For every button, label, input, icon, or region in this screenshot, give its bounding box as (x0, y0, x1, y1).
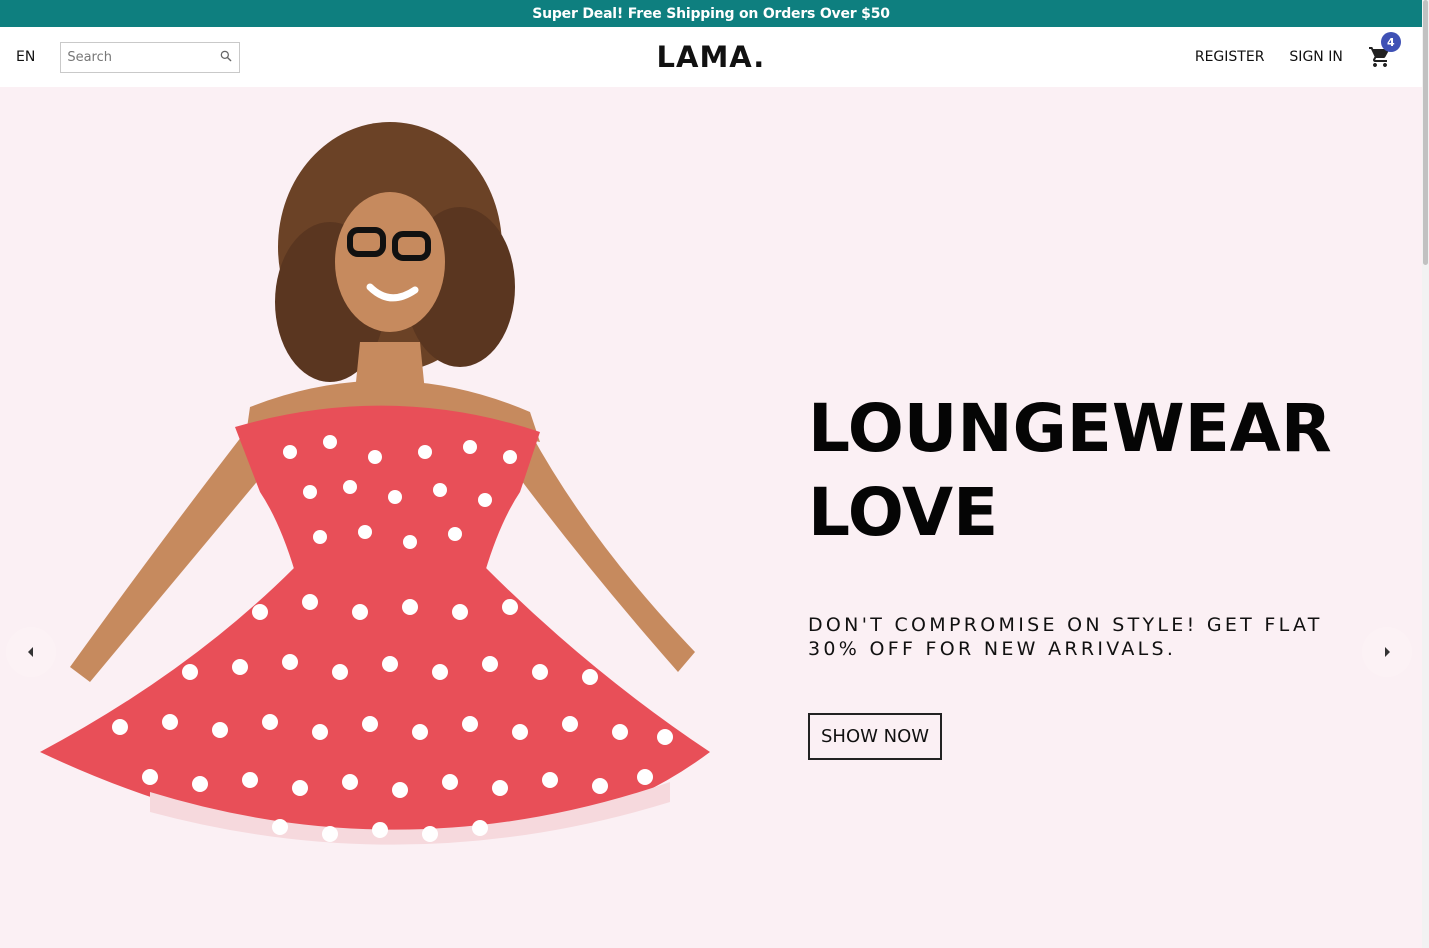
slide-info: LOUNGEWEAR LOVE DON'T COMPROMISE ON STYL… (808, 387, 1368, 760)
hero-slider: LOUNGEWEAR LOVE DON'T COMPROMISE ON STYL… (0, 87, 1422, 948)
slide-title-line2: LOVE (808, 474, 999, 551)
shopping-cart-icon (1368, 47, 1392, 73)
arrow-right-icon (1382, 643, 1392, 662)
slide-title-line1: LOUNGEWEAR (808, 390, 1332, 467)
slider-prev-button[interactable] (6, 627, 56, 677)
logo[interactable]: LAMA. (657, 40, 766, 74)
search-icon[interactable] (219, 48, 233, 67)
slider-next-button[interactable] (1362, 627, 1412, 677)
navbar: EN LAMA. REGISTER SIGN IN 4 (0, 27, 1422, 87)
cart-count-badge: 4 (1380, 32, 1401, 52)
slide-title: LOUNGEWEAR LOVE (808, 387, 1368, 555)
search-input[interactable] (67, 49, 220, 65)
register-link[interactable]: REGISTER (1195, 49, 1265, 65)
slide-description: DON'T COMPROMISE ON STYLE! GET FLAT 30% … (808, 614, 1323, 660)
navbar-left: EN (0, 41, 474, 73)
navbar-center: LAMA. (474, 40, 948, 74)
scrollbar-thumb[interactable] (1423, 0, 1428, 265)
scrollbar[interactable] (1422, 0, 1429, 948)
navbar-right: REGISTER SIGN IN 4 (948, 32, 1422, 69)
sign-in-link[interactable]: SIGN IN (1289, 49, 1342, 65)
arrow-left-icon (26, 643, 36, 662)
show-now-button[interactable]: SHOW NOW (808, 713, 943, 760)
announcement-text: Super Deal! Free Shipping on Orders Over… (532, 5, 890, 22)
language-selector[interactable]: EN (16, 49, 35, 65)
announcement-bar: Super Deal! Free Shipping on Orders Over… (0, 0, 1422, 27)
cart-button[interactable]: 4 (1368, 32, 1401, 69)
model-photo (40, 122, 710, 845)
search-container[interactable] (60, 41, 241, 73)
